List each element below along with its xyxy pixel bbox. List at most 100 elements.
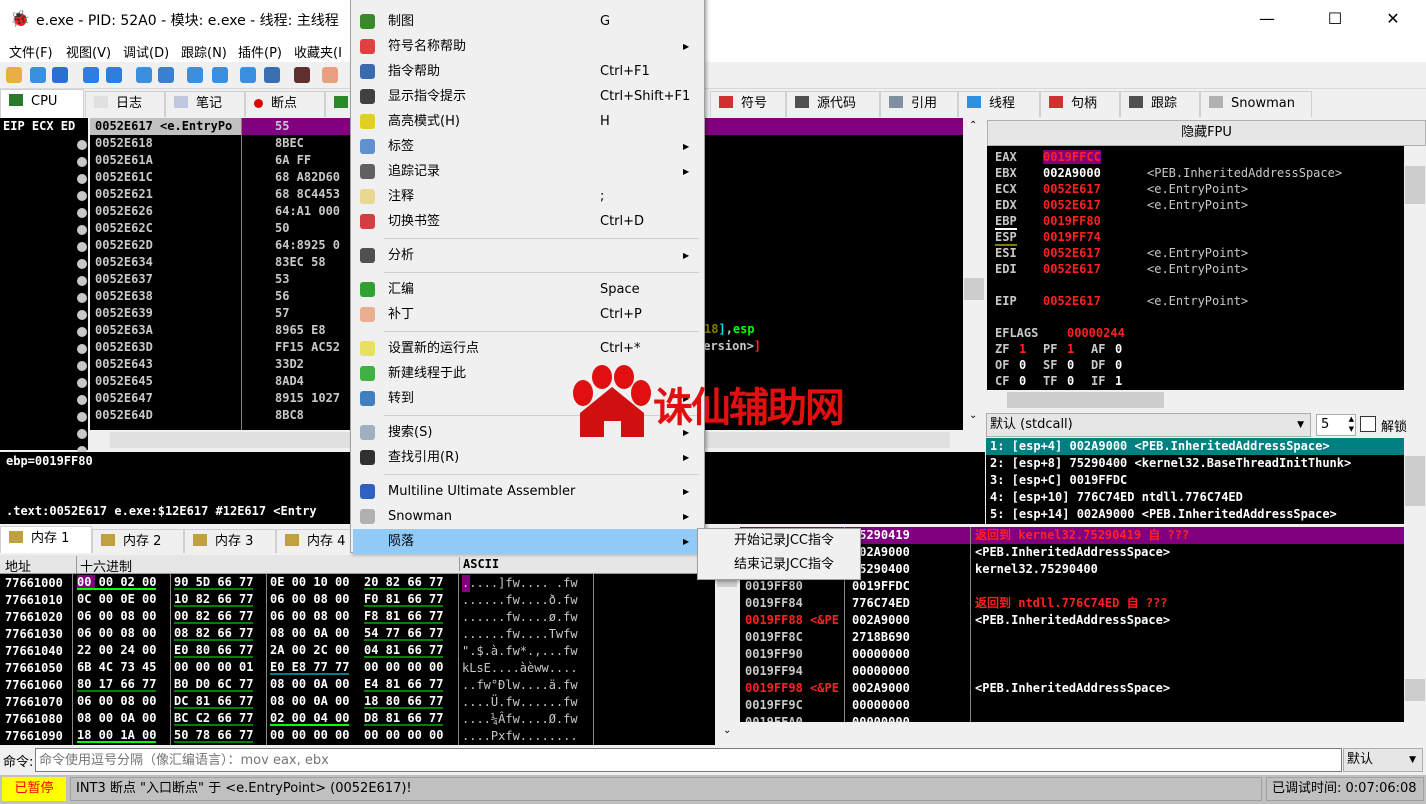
breakpoint-toggle[interactable] xyxy=(77,327,87,337)
menu-5[interactable]: 收藏夹(I xyxy=(294,42,342,61)
hex-group[interactable]: 0E 00 10 00 xyxy=(270,575,349,590)
col-address[interactable]: 地址 xyxy=(5,556,31,575)
arguments-view[interactable]: 1: [esp+4] 002A9000 <PEB.InheritedAddres… xyxy=(986,438,1404,524)
tab-日志[interactable]: 日志 xyxy=(85,91,165,117)
tab-Snowman[interactable]: Snowman xyxy=(1200,91,1312,117)
registers-view[interactable]: EAX 0019FFCC EBX 002A9000 <PEB.InheritedAddr… xyxy=(987,146,1404,390)
stack-address[interactable]: 0019FF80 xyxy=(745,578,803,595)
maximize-button[interactable]: ☐ xyxy=(1312,6,1358,32)
flag-value[interactable]: 1 xyxy=(1067,342,1074,356)
dump-vscroll[interactable]: ⌄ xyxy=(715,555,740,745)
scroll-up-icon[interactable]: ⌃ xyxy=(969,120,977,131)
breakpoint-toggle[interactable] xyxy=(77,157,87,167)
menu-item-11[interactable]: 补丁 Ctrl+P xyxy=(353,302,702,327)
disasm-bytes[interactable]: 8BEC xyxy=(275,135,304,152)
dump-address[interactable]: 77661040 xyxy=(5,643,63,660)
menu-item-13[interactable]: 新建线程于此 xyxy=(353,361,702,386)
stack-address[interactable]: 0019FF88 <&PE xyxy=(745,612,839,629)
menu-item-7[interactable]: 注释; xyxy=(353,184,702,209)
disasm-address[interactable]: 0052E62C xyxy=(95,220,153,237)
register-value[interactable]: 0019FF74 xyxy=(1043,230,1101,244)
menu-item-9[interactable]: 分析 ▶ xyxy=(353,243,702,268)
argument-row[interactable]: 5: [esp+14] 002A9000 <PEB.InheritedAddre… xyxy=(986,506,1404,523)
argument-row[interactable]: 4: [esp+10] 776C74ED ntdll.776C74ED xyxy=(986,489,1404,506)
disasm-address[interactable]: 0052E63D xyxy=(95,339,153,356)
breakpoint-toggle[interactable] xyxy=(77,208,87,218)
dump-address[interactable]: 77661090 xyxy=(5,728,63,745)
hex-group[interactable]: 06 00 08 00 xyxy=(77,626,156,641)
tab-引用[interactable]: 引用 xyxy=(880,91,958,117)
command-mode-select[interactable]: 默认 ▼ xyxy=(1343,748,1423,772)
register-value[interactable]: 0052E617 xyxy=(1043,294,1101,308)
flag-value[interactable]: 0 xyxy=(1067,358,1074,372)
disasm-bytes[interactable]: 68 8C4453 xyxy=(275,186,340,203)
hex-group[interactable]: E0 80 66 77 xyxy=(174,643,254,658)
flag-value[interactable]: 0 xyxy=(1115,342,1122,356)
hex-group[interactable]: 06 00 08 00 xyxy=(77,609,156,624)
disasm-bytes[interactable]: 6A FF xyxy=(275,152,311,169)
flag-value[interactable]: 0 xyxy=(1067,374,1074,388)
register-value[interactable]: 0052E617 xyxy=(1043,182,1101,196)
stack-address[interactable]: 0019FF90 xyxy=(745,646,803,663)
disasm-bytes[interactable]: 83EC 58 xyxy=(275,254,326,271)
tab-跟踪[interactable]: 跟踪 xyxy=(1120,91,1200,117)
disasm-address[interactable]: 0052E63A xyxy=(95,322,153,339)
tab-源代码[interactable]: 源代码 xyxy=(786,91,880,117)
menu-item-5[interactable]: 标签 ▶ xyxy=(353,134,702,159)
registers-hscroll[interactable] xyxy=(987,390,1426,410)
breakpoint-toggle[interactable] xyxy=(77,276,87,286)
disasm-address[interactable]: 0052E638 xyxy=(95,288,153,305)
disasm-address[interactable]: 0052E61A xyxy=(95,152,153,169)
disasm-bytes[interactable]: 8915 1027 xyxy=(275,390,340,407)
ascii-text[interactable]: kLsE....àèww.... xyxy=(462,660,578,677)
tab-memory-3[interactable]: 内存 3 xyxy=(184,529,276,553)
menu-0[interactable]: 文件(F) xyxy=(9,42,53,61)
hex-group[interactable]: 08 00 0A 00 xyxy=(77,711,156,726)
hex-group[interactable]: 06 00 08 00 xyxy=(270,609,349,624)
disasm-address[interactable]: 0052E637 xyxy=(95,271,153,288)
disasm-address[interactable]: 0052E647 xyxy=(95,390,153,407)
ascii-text[interactable]: ......fw....Twfw xyxy=(462,626,578,643)
breakpoint-toggle[interactable] xyxy=(77,412,87,422)
disasm-bytes[interactable]: 64:8925 0 xyxy=(275,237,340,254)
breakpoint-toggle[interactable] xyxy=(77,259,87,269)
disasm-bytes[interactable]: 8AD4 xyxy=(275,373,304,390)
run-icon[interactable] xyxy=(83,67,99,83)
stack-value[interactable]: 00000000 xyxy=(852,663,910,680)
register-value[interactable]: 0019FFCC xyxy=(1043,150,1101,164)
disasm-bytes[interactable]: 8965 E8 xyxy=(275,322,326,339)
ascii-text[interactable]: ".$.à.fw*.,...fw xyxy=(462,643,578,660)
dump-address[interactable]: 77661070 xyxy=(5,694,63,711)
disasm-bytes[interactable]: 33D2 xyxy=(275,356,304,373)
argument-row[interactable]: 2: [esp+8] 75290400 <kernel32.BaseThread… xyxy=(986,455,1404,472)
menu-item-start-jcc-record[interactable]: 开始记录JCC指令 xyxy=(698,529,860,553)
col-ascii[interactable]: ASCII xyxy=(459,557,499,571)
hex-group[interactable]: E0 E8 77 77 xyxy=(270,660,350,675)
minimize-button[interactable]: — xyxy=(1244,6,1290,32)
disasm-bytes[interactable]: 56 xyxy=(275,288,289,305)
hex-group[interactable]: D8 81 66 77 xyxy=(364,711,444,726)
disasm-address[interactable]: 0052E643 xyxy=(95,356,153,373)
tab-memory-1[interactable]: 内存 1 xyxy=(0,526,92,553)
arg-count-spinner[interactable]: 5 ▲ ▼ xyxy=(1316,414,1356,436)
disasm-bytes[interactable]: 53 xyxy=(275,271,289,288)
disasm-bytes[interactable]: 64:A1 000 xyxy=(275,203,340,220)
dump-address[interactable]: 77661030 xyxy=(5,626,63,643)
breakpoint-toggle[interactable] xyxy=(77,310,87,320)
ascii-text[interactable]: ....Pxfw........ xyxy=(462,728,578,745)
scroll-thumb[interactable] xyxy=(964,278,984,300)
hex-group[interactable]: 00 00 02 00 xyxy=(77,575,157,590)
menu-item-18[interactable]: Snowman ▶ xyxy=(353,504,702,529)
hex-group[interactable]: 00 00 00 00 xyxy=(364,660,443,675)
hex-group[interactable]: DC 81 66 77 xyxy=(174,694,254,709)
menu-item-6[interactable]: 追踪记录 ▶ xyxy=(353,159,702,184)
menu-1[interactable]: 视图(V) xyxy=(66,42,111,61)
breakpoint-toggle[interactable] xyxy=(77,293,87,303)
command-input[interactable] xyxy=(35,748,1342,772)
disasm-bytes[interactable]: 68 A82D60 xyxy=(275,169,340,186)
dump-address[interactable]: 77661020 xyxy=(5,609,63,626)
stack-value[interactable]: 002A9000 xyxy=(852,680,910,697)
tab-memory-2[interactable]: 内存 2 xyxy=(92,529,184,553)
hex-group[interactable]: 6B 4C 73 45 xyxy=(77,660,156,675)
hex-group[interactable]: 08 00 0A 00 xyxy=(270,694,349,709)
